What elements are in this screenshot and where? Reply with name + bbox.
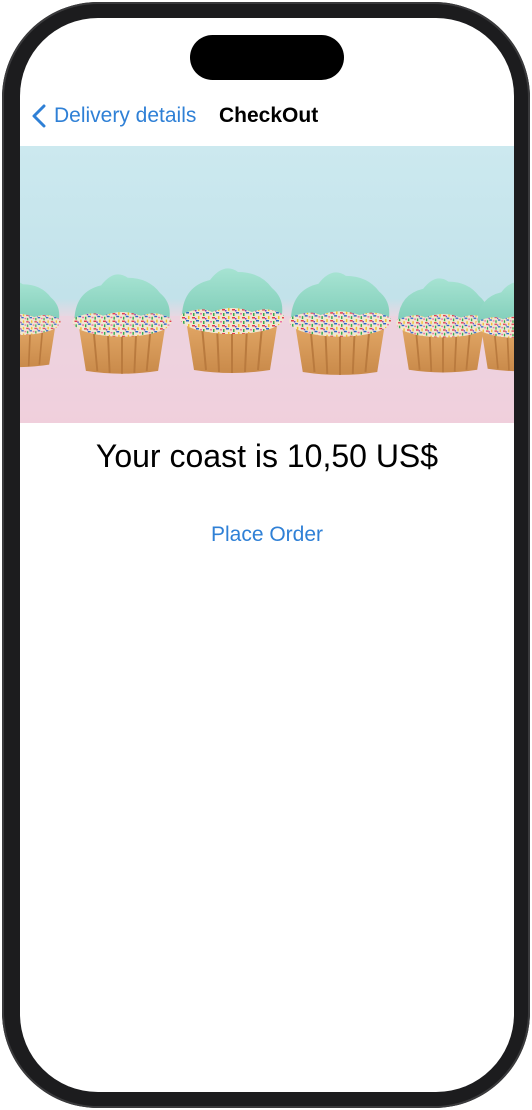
place-order-button[interactable]: Place Order [211,523,323,546]
place-order-container: Place Order [20,523,514,547]
phone-device: Delivery details CheckOut Your coast is … [0,0,532,1110]
dynamic-island [190,35,344,80]
app-screen: Delivery details CheckOut Your coast is … [20,18,514,1092]
navigation-bar: Delivery details CheckOut [20,94,514,138]
chevron-left-icon [32,104,46,128]
page-title: CheckOut [219,104,319,127]
back-button-label: Delivery details [54,104,197,127]
cupcakes-image [20,146,514,423]
order-cost-text: Your coast is 10,50 US$ [95,438,439,474]
back-button[interactable]: Delivery details [32,102,196,130]
